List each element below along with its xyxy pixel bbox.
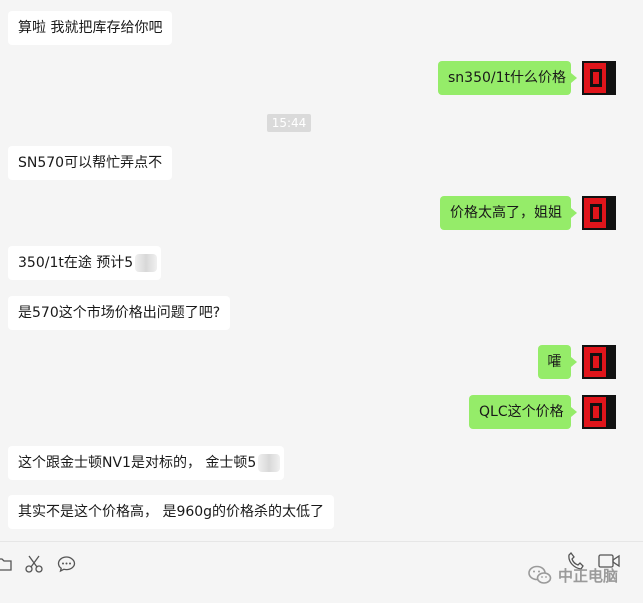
message-text: 价格太高了，姐姐: [450, 205, 562, 221]
incoming-message[interactable]: 算啦 我就把库存给你吧: [8, 11, 173, 45]
incoming-message[interactable]: 是570这个市场价格出问题了吧?: [8, 296, 231, 330]
chat-history[interactable]: 算啦 我就把库存给你吧 sn350/1t什么价格 15:44 SN570可以帮忙…: [0, 0, 643, 541]
redacted-blur: [135, 254, 158, 272]
watermark: 中正电脑: [528, 564, 618, 586]
message-text: 是570这个市场价格出问题了吧?: [18, 305, 221, 321]
avatar[interactable]: [582, 395, 616, 429]
incoming-message[interactable]: 其实不是这个价格高， 是960g的价格杀的太低了: [8, 495, 335, 529]
incoming-message[interactable]: 350/1t在途 预计5: [8, 246, 162, 280]
incoming-message[interactable]: SN570可以帮忙弄点不: [8, 146, 173, 180]
outgoing-message[interactable]: 嚯: [538, 345, 577, 379]
wechat-official-account-icon: [528, 565, 552, 584]
outgoing-message[interactable]: 价格太高了，姐姐: [440, 196, 577, 230]
message-text: 350/1t在途 预计5: [18, 255, 134, 271]
message-text: sn350/1t什么价格: [448, 70, 567, 86]
redacted-blur: [258, 454, 281, 472]
incoming-message[interactable]: 这个跟金士顿NV1是对标的， 金士顿5: [8, 446, 285, 480]
avatar-logo-icon: [582, 395, 616, 429]
outgoing-message[interactable]: sn350/1t什么价格: [438, 61, 577, 95]
avatar-logo-icon: [582, 61, 616, 95]
avatar-logo-icon: [582, 345, 616, 379]
avatar[interactable]: [582, 345, 616, 379]
folder-icon[interactable]: [0, 556, 12, 576]
avatar-logo-icon: [582, 196, 616, 230]
timestamp: 15:44: [267, 114, 311, 132]
message-text: 这个跟金士顿NV1是对标的， 金士顿5: [18, 455, 257, 471]
watermark-text: 中正电脑: [558, 566, 619, 585]
avatar[interactable]: [582, 61, 616, 95]
message-text: 算啦 我就把库存给你吧: [18, 20, 163, 36]
message-text: 其实不是这个价格高， 是960g的价格杀的太低了: [18, 504, 325, 520]
chat-bubble-icon[interactable]: [57, 555, 76, 577]
message-text: QLC这个价格: [479, 404, 564, 420]
avatar[interactable]: [582, 196, 616, 230]
message-text: SN570可以帮忙弄点不: [18, 155, 163, 171]
scissors-icon[interactable]: [24, 555, 44, 577]
outgoing-message[interactable]: QLC这个价格: [469, 395, 577, 429]
message-text: 嚯: [547, 354, 562, 370]
